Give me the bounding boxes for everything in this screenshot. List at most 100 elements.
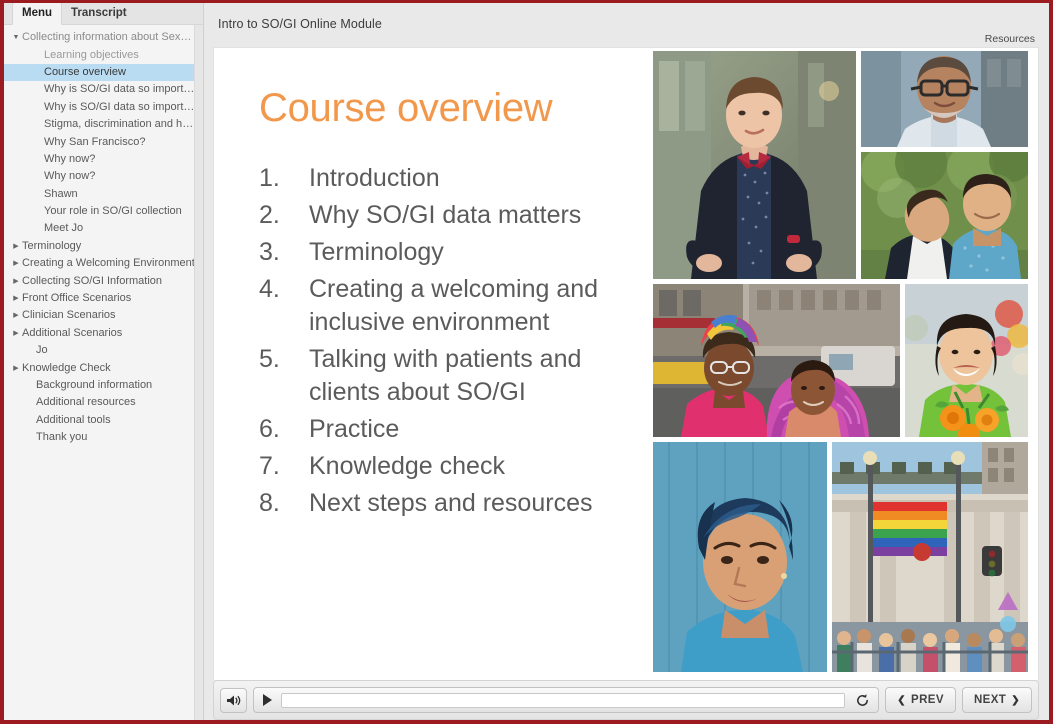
chevron-right-icon[interactable]: ▶ [10,362,22,375]
menu-item-label: Why San Francisco? [44,135,146,148]
bullet-spacer [24,396,36,409]
outline-item-number: 2. [259,201,280,229]
menu-item[interactable]: Why is SO/GI data so important? [4,81,203,98]
menu-item[interactable]: Background information [4,377,203,394]
bullet-spacer [32,49,44,62]
outline-item-text: Creating a welcoming and inclusive envir… [309,275,599,336]
bullet-spacer [32,188,44,201]
page-title: Intro to SO/GI Online Module [218,17,382,31]
outline-item-number: 7. [259,452,280,480]
menu-item[interactable]: ▶ Creating a Welcoming Environment [4,255,203,272]
bullet-spacer [32,170,44,183]
outline-item-text: Practice [309,415,400,443]
photo-man-glasses-portrait [861,51,1028,147]
slide-stage-wrapper: Course overview 1. Introduction 2. Why SO/G… [204,47,1049,680]
menu-item[interactable]: ▶ Front Office Scenarios [4,290,203,307]
play-icon[interactable] [259,691,275,709]
sidebar-tab-bar: Menu Transcript [4,3,203,25]
outline-item-number: 6. [259,415,280,443]
chevron-right-icon[interactable]: ▶ [10,292,22,305]
outline-item: 8. Next steps and resources [259,487,640,520]
bullet-spacer [32,66,44,79]
bullet-spacer [24,414,36,427]
replay-icon[interactable] [851,690,873,710]
menu-item-label: Collecting information about Sexual... [22,31,197,44]
menu-item-label: Front Office Scenarios [22,292,132,305]
outline-item-number: 1. [259,164,280,192]
menu-item-label: Why is SO/GI data so important? [44,100,197,113]
menu-item[interactable]: Course overview [4,63,203,82]
menu-item[interactable]: ▶ Knowledge Check [4,359,203,376]
chevron-right-icon: ❯ [1011,694,1020,706]
menu-item-label: Your role in SO/GI collection [44,205,182,218]
menu-list[interactable]: ▼ Collecting information about Sexual... … [4,25,203,720]
photo-pride-flag-parade [832,442,1028,672]
menu-item-label: Meet Jo [44,222,84,235]
chevron-down-icon[interactable]: ▼ [10,31,22,44]
menu-item-label: Why now? [44,152,96,165]
chevron-right-icon[interactable]: ▶ [10,309,22,322]
menu-item[interactable]: Additional tools [4,412,203,429]
seek-slider[interactable] [281,692,846,708]
outline-item: 5. Talking with patients and clients abou… [259,343,640,409]
prev-button-label: PREV [911,694,944,706]
outline-item: 7. Knowledge check [259,450,640,483]
photo-collage [648,48,1038,680]
outline-item-number: 4. [259,275,280,303]
outline-item-text: Knowledge check [309,452,505,480]
application-window: Menu Transcript ▼ Collecting information … [4,3,1049,720]
bullet-spacer [32,136,44,149]
menu-item[interactable]: Why now? [4,168,203,185]
menu-item[interactable]: Jo [4,342,203,359]
bullet-spacer [32,153,44,166]
tab-transcript[interactable]: Transcript [62,3,136,24]
outline-item: 2. Why SO/GI data matters [259,199,640,232]
menu-item[interactable]: Why San Francisco? [4,133,203,150]
outline-item-text: Talking with patients and clients about … [309,345,582,406]
menu-item[interactable]: Additional resources [4,394,203,411]
outline-item: 3. Terminology [259,236,640,269]
menu-item-label: Thank you [36,431,88,444]
chevron-right-icon[interactable]: ▶ [10,327,22,340]
next-button[interactable]: NEXT ❯ [961,687,1032,713]
sidebar-scrollbar[interactable] [194,25,203,720]
menu-item[interactable]: ▶ Terminology [4,238,203,255]
sidebar: Menu Transcript ▼ Collecting information … [4,3,204,720]
menu-item[interactable]: ▶ Collecting SO/GI Information [4,272,203,289]
menu-item[interactable]: ▼ Collecting information about Sexual... [4,29,203,46]
photo-couple-park-embrace [861,152,1028,279]
photo-woman-blue-hair [653,442,827,672]
menu-item[interactable]: Meet Jo [4,220,203,237]
menu-item-label: Background information [36,379,153,391]
menu-item-label: Stigma, discrimination and health [44,118,197,131]
menu-item[interactable]: ▶ Clinician Scenarios [4,307,203,324]
prev-button[interactable]: ❮ PREV [885,687,956,713]
menu-item[interactable]: Why is SO/GI data so important? [4,99,203,116]
photo-woman-green-shirt-flowers [905,284,1028,437]
chevron-right-icon[interactable]: ▶ [10,240,22,253]
menu-item-label: Why is SO/GI data so important? [44,83,197,96]
menu-item[interactable]: Your role in SO/GI collection [4,203,203,220]
outline-item-number: 5. [259,345,280,373]
outline-item-text: Next steps and resources [309,489,593,517]
resources-link[interactable]: Resources [985,33,1035,45]
menu-item[interactable]: Shawn [4,186,203,203]
menu-item[interactable]: Thank you [4,429,203,446]
chevron-right-icon[interactable]: ▶ [10,257,22,270]
menu-item[interactable]: Why now? [4,151,203,168]
tab-menu[interactable]: Menu [12,3,63,25]
menu-item[interactable]: Learning objectives [4,46,203,63]
course-outline-list: 1. Introduction 2. Why SO/GI data matters 3.… [259,162,640,520]
next-button-label: NEXT [973,694,1007,706]
outline-item-number: 3. [259,238,280,266]
menu-item-label: Course overview [44,65,126,78]
seek-group [253,687,880,713]
menu-item[interactable]: ▶ Additional Scenarios [4,325,203,342]
outline-item-text: Terminology [309,238,444,266]
menu-item-label: Jo [36,344,48,357]
bullet-spacer [24,344,36,357]
chevron-right-icon[interactable]: ▶ [10,275,22,288]
bullet-spacer [32,118,44,131]
volume-icon[interactable] [220,687,247,713]
menu-item[interactable]: Stigma, discrimination and health [4,116,203,133]
